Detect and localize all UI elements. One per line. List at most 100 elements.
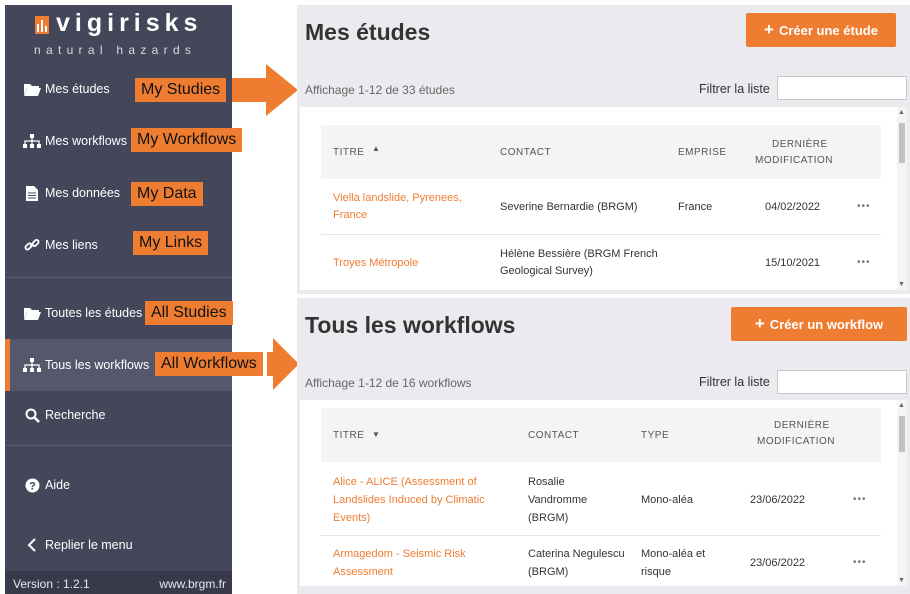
column-contact: CONTACT <box>500 147 552 158</box>
column-date-line1: DERNIÈRE <box>772 139 828 150</box>
row-contact-line1: Caterina Negulescu <box>528 548 625 560</box>
logo-icon <box>35 16 49 34</box>
row-emprise: France <box>678 201 713 213</box>
sort-up-icon[interactable]: ▲ <box>372 144 380 153</box>
row-actions-button[interactable]: ••• <box>853 492 867 508</box>
results-count: Affichage 1-12 de 16 workflows <box>305 376 472 390</box>
plus-icon: + <box>754 314 765 333</box>
scroll-up-icon[interactable]: ▲ <box>898 109 905 116</box>
annotation-all-studies: All Studies <box>145 301 233 325</box>
row-title-line2[interactable]: Landslides Induced by Climatic <box>333 492 485 508</box>
sidebar-item-search[interactable]: Recherche <box>5 389 232 441</box>
filter-input[interactable] <box>777 370 907 394</box>
file-icon <box>23 185 41 201</box>
table-row[interactable]: Alice - ALICE (Assessment of Landslides … <box>321 462 881 536</box>
sidebar-item-label: Mes workflows <box>45 134 127 148</box>
workflows-scrollbar[interactable]: ▲ ▼ <box>897 400 907 586</box>
table-row[interactable]: Troyes Métropole Hélène Bessière (BRGM F… <box>321 235 881 290</box>
row-contact-line3: (BRGM) <box>528 512 569 524</box>
column-emprise: EMPRISE <box>678 147 727 158</box>
row-type: Mono-aléa <box>641 494 693 506</box>
column-date-line2: MODIFICATION <box>755 155 834 166</box>
row-type-line1: Mono-aléa et <box>641 548 706 560</box>
sidebar-item-label: Recherche <box>45 408 106 422</box>
row-title-line2[interactable]: Assessment <box>333 564 393 580</box>
version-label: Version : 1.2.1 <box>13 577 90 591</box>
logo[interactable]: vigirisks natural hazards <box>5 5 232 63</box>
table-header: TITRE ▲ CONTACT EMPRISE DERNIÈRE MODIFIC… <box>321 125 881 179</box>
plus-icon: + <box>764 20 774 39</box>
sidebar-item-label: Mes données <box>45 186 121 200</box>
sidebar-item-help[interactable]: ? Aide <box>5 459 232 511</box>
row-contact-line1: Rosalie <box>528 476 565 488</box>
annotation-arrow-icon <box>232 64 298 116</box>
annotation-all-workflows: All Workflows <box>155 352 263 376</box>
annotation-my-data: My Data <box>131 182 203 206</box>
sidebar-footer: Version : 1.2.1 www.brgm.fr <box>5 571 232 594</box>
svg-text:?: ? <box>29 480 36 492</box>
folder-open-icon <box>23 305 41 321</box>
logo-tagline: natural hazards <box>34 43 197 57</box>
row-contact-line1: Hélène Bessière (BRGM French <box>500 248 658 260</box>
chevron-left-icon <box>23 537 41 553</box>
row-date: 23/06/2022 <box>750 494 806 506</box>
column-type: TYPE <box>641 430 670 441</box>
button-label: Créer une étude <box>778 22 878 38</box>
scroll-down-icon[interactable]: ▼ <box>898 577 905 584</box>
annotation-arrow-icon <box>267 338 299 390</box>
row-title-line1[interactable]: Alice - ALICE (Assessment of <box>333 474 477 490</box>
studies-scrollbar[interactable]: ▲ ▼ <box>897 107 907 290</box>
table-row[interactable]: Armagedom - Seismic Risk Assessment Cate… <box>321 536 881 586</box>
sidebar-item-label: Aide <box>45 478 71 492</box>
scrollbar-thumb[interactable] <box>899 123 905 163</box>
scroll-down-icon[interactable]: ▼ <box>898 281 905 288</box>
row-actions-button[interactable]: ••• <box>857 199 871 215</box>
column-date-line2: MODIFICATION <box>757 436 836 447</box>
scrollbar-thumb[interactable] <box>899 416 905 452</box>
sidebar-divider <box>5 445 232 446</box>
row-actions-button[interactable]: ••• <box>853 555 867 571</box>
sidebar-item-label: Toutes les études <box>45 306 143 320</box>
search-icon <box>23 407 41 423</box>
column-title[interactable]: TITRE <box>333 430 364 441</box>
row-contact: Severine Bernardie (BRGM) <box>500 201 638 213</box>
sitemap-icon <box>23 357 41 373</box>
sidebar-item-label: Replier le menu <box>45 538 133 552</box>
brgm-link[interactable]: www.brgm.fr <box>159 577 226 591</box>
create-study-button[interactable]: + Créer une étude <box>746 13 896 47</box>
create-workflow-button[interactable]: + Créer un workflow <box>731 307 907 341</box>
sidebar-item-label: Mes liens <box>45 238 98 252</box>
table-row[interactable]: Viella landslide, Pyrenees, France Sever… <box>321 179 881 235</box>
studies-table: TITRE ▲ CONTACT EMPRISE DERNIÈRE MODIFIC… <box>300 107 907 290</box>
annotation-my-workflows: My Workflows <box>131 128 243 152</box>
results-count: Affichage 1-12 de 33 études <box>305 83 455 97</box>
row-title-line1[interactable]: Armagedom - Seismic Risk <box>333 546 466 562</box>
question-circle-icon: ? <box>23 477 41 493</box>
collapse-menu-button[interactable]: Replier le menu <box>5 519 232 571</box>
row-title-line1[interactable]: Viella landslide, Pyrenees, <box>333 190 462 206</box>
row-title-line3[interactable]: Events) <box>333 510 370 526</box>
row-date: 23/06/2022 <box>750 557 806 569</box>
filter-label: Filtrer la liste <box>699 375 770 389</box>
annotation-my-links: My Links <box>133 231 209 255</box>
row-date: 15/10/2021 <box>765 257 821 269</box>
page-title: Mes études <box>305 19 431 45</box>
row-type-line2: risque <box>641 566 671 578</box>
row-contact-line2: Geological Survey) <box>500 265 593 277</box>
column-title[interactable]: TITRE <box>333 147 364 158</box>
scroll-up-icon[interactable]: ▲ <box>898 402 905 409</box>
sort-down-icon[interactable]: ▼ <box>372 430 380 439</box>
row-title-line2[interactable]: France <box>333 207 367 223</box>
row-title-line1[interactable]: Troyes Métropole <box>333 255 418 271</box>
row-date: 04/02/2022 <box>765 201 821 213</box>
row-actions-button[interactable]: ••• <box>857 255 871 271</box>
workflows-table: TITRE ▼ CONTACT TYPE DERNIÈRE MODIFICATI… <box>300 400 907 586</box>
filter-label: Filtrer la liste <box>699 82 770 96</box>
folder-open-icon <box>23 81 41 97</box>
row-contact-line2: Vandromme <box>528 494 588 506</box>
filter-input[interactable] <box>777 76 907 100</box>
sidebar-item-label: Mes études <box>45 82 110 96</box>
link-icon <box>23 237 41 253</box>
sidebar-item-label: Tous les workflows <box>45 358 150 372</box>
column-contact: CONTACT <box>528 430 580 441</box>
